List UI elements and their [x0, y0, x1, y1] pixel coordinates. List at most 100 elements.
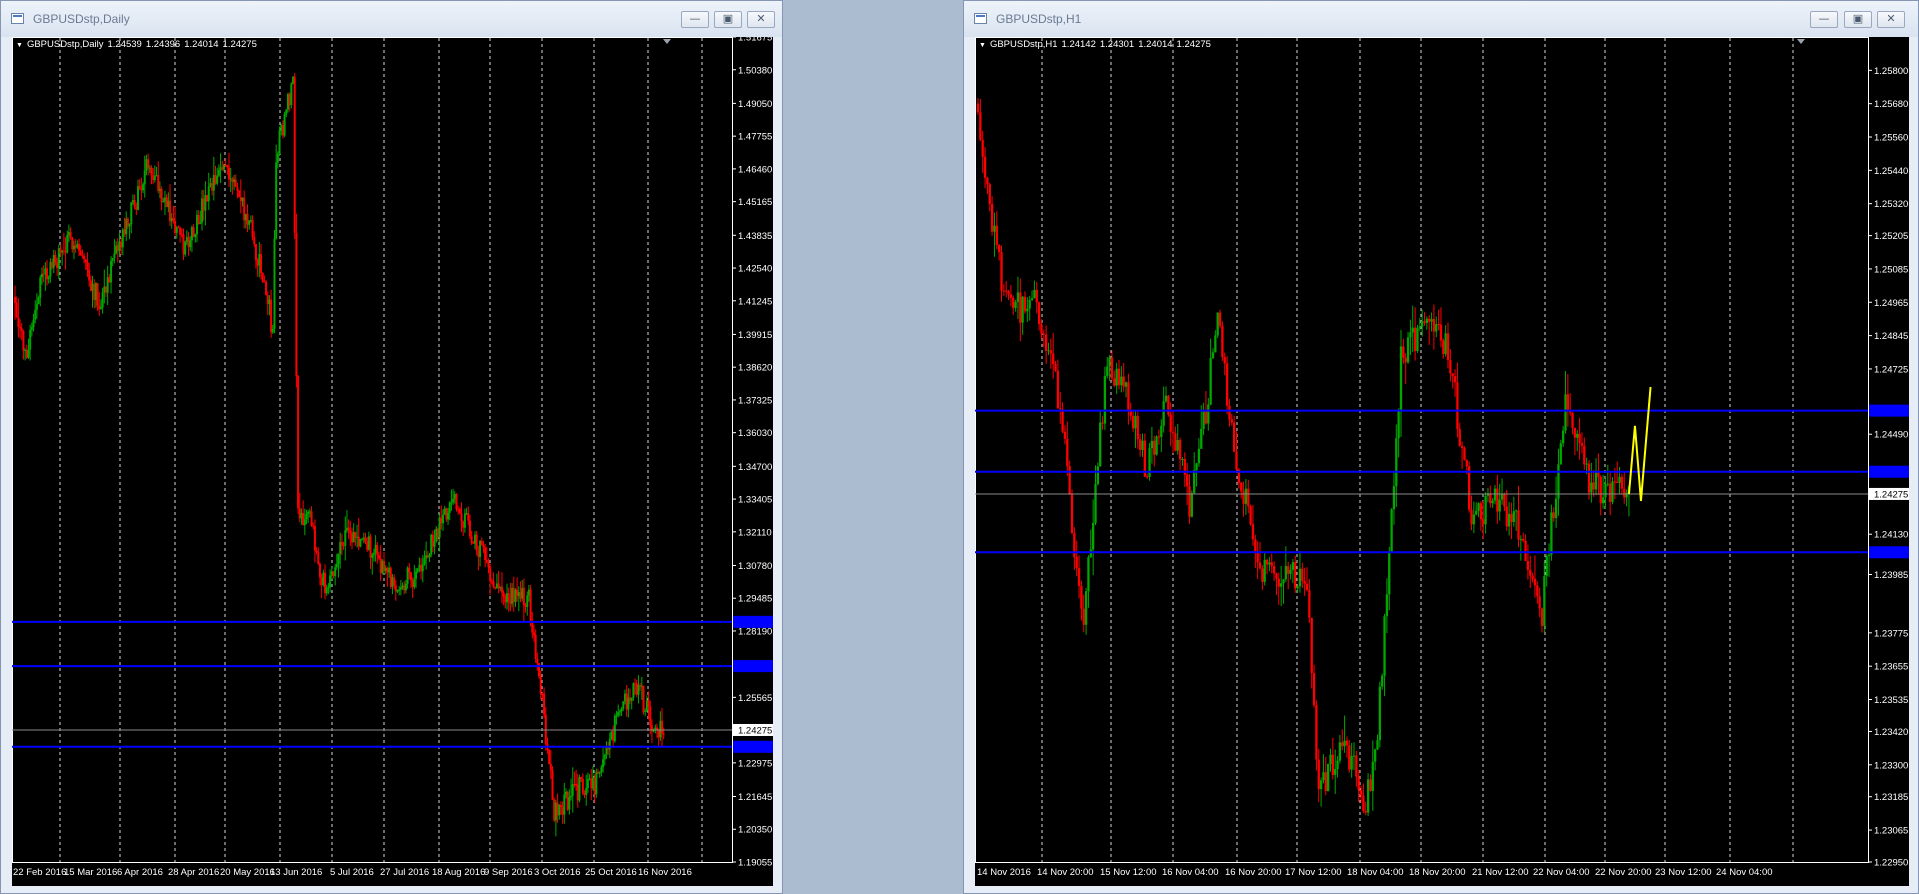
collapse-triangle-icon[interactable]: ▼: [16, 42, 23, 49]
candle-body: [1362, 795, 1365, 811]
candle-body: [238, 190, 241, 198]
candle-body: [142, 184, 145, 191]
price-label: 1.47755: [738, 132, 772, 143]
price-label: 1.25800: [1874, 66, 1908, 77]
ohlc-close: 1.24275: [1176, 39, 1211, 50]
candle-body: [1540, 608, 1544, 626]
close-button[interactable]: ✕: [747, 11, 775, 28]
candle-body: [393, 577, 396, 586]
daily-candlestick-svg: 22 Feb 201615 Mar 2016 6 Apr 2016 28 Apr 2…: [12, 37, 773, 878]
candle-body: [147, 159, 150, 169]
candle-body: [613, 715, 616, 742]
candle-body: [334, 567, 337, 577]
candle-body: [1395, 438, 1398, 487]
candle-body: [189, 240, 192, 248]
candle-body: [318, 564, 321, 578]
candle-body: [1317, 759, 1320, 790]
candle-body: [1505, 506, 1508, 527]
candle-body: [1484, 495, 1487, 525]
candle-body: [1566, 394, 1569, 411]
candle-body: [470, 536, 473, 543]
candle-body: [113, 253, 116, 259]
candle-body: [450, 502, 453, 504]
candle-body: [347, 527, 350, 531]
date-label: 18 Nov 04:00: [1347, 867, 1404, 878]
candle-body: [1613, 481, 1616, 483]
candle-body: [1583, 445, 1586, 465]
plot-frame: [12, 37, 733, 863]
price-label: 1.21645: [738, 792, 772, 803]
close-button[interactable]: ✕: [1877, 11, 1905, 28]
candle-body: [14, 296, 16, 303]
candle-body: [1329, 754, 1332, 764]
candle-body: [1625, 492, 1628, 498]
candle-body: [526, 595, 529, 607]
candle-body: [22, 330, 25, 351]
candle-body: [1171, 431, 1175, 434]
window-title-bar[interactable]: GBPUSDstp,Daily — ▣ ✕: [1, 1, 782, 37]
candle-body: [1007, 291, 1010, 295]
restore-button[interactable]: ▣: [714, 11, 742, 28]
chart-window-daily[interactable]: GBPUSDstp,Daily — ▣ ✕ 22 Feb 2016 15 Mar …: [0, 0, 783, 894]
candle-body: [1009, 294, 1013, 298]
candle-body: [1604, 484, 1607, 498]
candle-body: [559, 804, 562, 808]
candle-body: [1108, 357, 1111, 367]
candle-body: [1150, 440, 1154, 449]
candle-body: [976, 103, 980, 113]
daily-price-chart[interactable]: 22 Feb 2016 15 Mar 2016 6 Apr 2016 28 Apr 2…: [12, 37, 773, 886]
minimize-button[interactable]: —: [1810, 11, 1838, 28]
candle-body: [1446, 333, 1450, 361]
candle-body: [580, 777, 583, 780]
candle-body: [349, 530, 352, 534]
candle-body: [551, 770, 554, 800]
candle-body: [1040, 324, 1043, 334]
candle-body: [130, 202, 133, 225]
candle-body: [1181, 458, 1184, 460]
date-label: 3 Oct 2016: [534, 867, 580, 878]
candle-body: [413, 578, 416, 587]
candle-body: [979, 112, 982, 140]
candle-body: [157, 175, 160, 191]
chart-window-h1[interactable]: GBPUSDstp,H1 — ▣ ✕ 14 Nov 2016 14 Nov 20:…: [963, 0, 1919, 894]
candle-body: [487, 562, 490, 568]
candle-body: [468, 520, 471, 537]
candle-body: [458, 509, 461, 514]
candle-body: [37, 297, 40, 305]
collapse-triangle-icon[interactable]: ▼: [979, 42, 986, 49]
candle-body: [1609, 483, 1612, 502]
candle-body: [270, 299, 273, 333]
candle-body: [359, 539, 362, 547]
price-label: 1.22975: [738, 758, 772, 769]
candle-body: [416, 568, 419, 572]
candle-body: [1134, 415, 1137, 429]
candle-body: [253, 237, 256, 245]
candle-body: [644, 711, 647, 713]
candle-body: [480, 540, 483, 545]
candle-body: [1402, 346, 1405, 358]
candle-body: [260, 254, 263, 273]
candle-body: [1376, 740, 1379, 750]
candle-body: [408, 567, 411, 573]
h1-price-chart[interactable]: 14 Nov 2016 14 Nov 20:00 15 Nov 12:00 16 No…: [975, 37, 1909, 886]
candle-body: [1164, 395, 1168, 402]
price-label: 1.29485: [738, 594, 772, 605]
window-title-bar[interactable]: GBPUSDstp,H1 — ▣ ✕: [964, 1, 1918, 37]
candle-body: [1023, 296, 1027, 312]
candle-body: [1082, 608, 1085, 625]
price-label: 1.24845: [1874, 331, 1908, 342]
candle-body: [531, 621, 534, 633]
chart-ohlc-header: ▼ GBPUSDstp,H1 1.24142 1.24301 1.24014 1.2427…: [979, 39, 1215, 50]
date-label: 16 Nov 20:00: [1225, 867, 1282, 878]
candle-body: [1416, 327, 1419, 351]
date-label: 16 Nov 2016: [638, 867, 692, 878]
minimize-button[interactable]: —: [681, 11, 709, 28]
candle-body: [1585, 463, 1588, 465]
candle-body: [1035, 289, 1038, 303]
ohlc-symbol: GBPUSDstp,H1: [989, 39, 1058, 50]
restore-button[interactable]: ▣: [1844, 11, 1872, 28]
candle-body: [1280, 583, 1283, 587]
plot-frame: [975, 37, 1869, 863]
candle-body: [1049, 350, 1052, 354]
price-label: 1.25440: [1874, 166, 1908, 177]
